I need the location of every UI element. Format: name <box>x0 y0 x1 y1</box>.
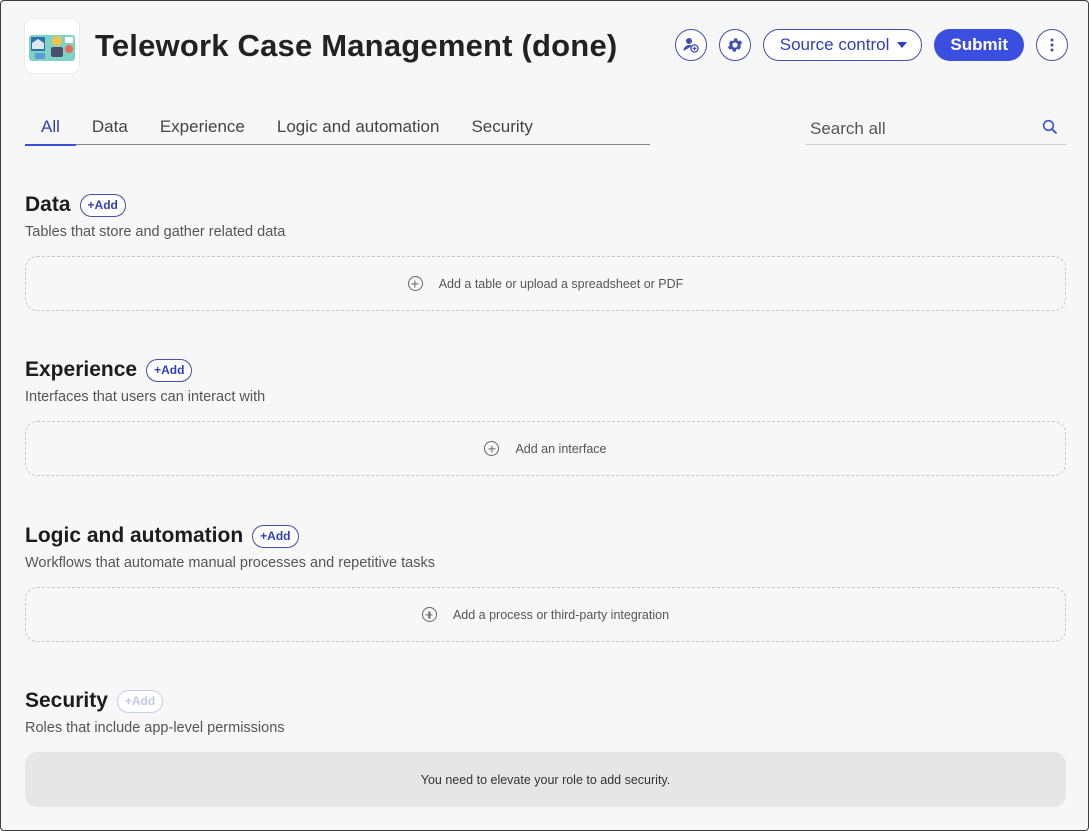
caret-down-icon <box>897 42 908 48</box>
gear-icon <box>727 38 742 52</box>
section-description: Tables that store and gather related dat… <box>25 224 286 240</box>
plus-circle-icon <box>421 607 437 622</box>
security-permission-notice: You need to elevate your role to add sec… <box>25 752 1066 807</box>
dropzone-label: Add a table or upload a spreadsheet or P… <box>438 276 684 291</box>
section-description: Interfaces that users can interact with <box>25 389 266 405</box>
section-title: Experience <box>25 358 138 381</box>
dropzone-label: Add a process or third-party integration <box>452 607 670 622</box>
user-add-icon <box>683 38 699 53</box>
add-table-dropzone[interactable]: Add a table or upload a spreadsheet or P… <box>25 256 1066 311</box>
settings-button[interactable] <box>718 29 751 61</box>
search-icon[interactable] <box>1042 119 1058 140</box>
search-box <box>806 113 1066 145</box>
invite-user-button[interactable] <box>674 29 707 61</box>
add-logic-button[interactable]: +Add <box>252 524 299 548</box>
tab-data[interactable]: Data <box>76 113 144 144</box>
app-illustration-icon <box>25 19 79 73</box>
security-section: Security +Add Roles that include app-lev… <box>25 686 1066 807</box>
experience-section: Experience +Add Interfaces that users ca… <box>25 355 1066 476</box>
section-title: Security <box>25 689 108 712</box>
section-description: Workflows that automate manual processes… <box>25 555 435 571</box>
dropzone-label: Add an interface <box>515 441 607 456</box>
header-actions: Source control Submit <box>674 29 1068 61</box>
plus-circle-icon <box>484 441 500 456</box>
source-control-label: Source control <box>779 35 890 54</box>
page-header: Telework Case Management (done) Source c… <box>25 19 1068 73</box>
add-experience-button[interactable]: +Add <box>146 358 193 382</box>
more-options-button[interactable] <box>1036 29 1068 61</box>
search-input[interactable] <box>806 118 1026 139</box>
tab-security[interactable]: Security <box>455 113 548 144</box>
add-data-button[interactable]: +Add <box>79 193 126 217</box>
app-window: Telework Case Management (done) Source c… <box>0 0 1089 831</box>
filter-tabs: All Data Experience Logic and automation… <box>25 113 650 146</box>
source-control-button[interactable]: Source control <box>762 29 923 61</box>
section-description: Roles that include app-level permissions <box>25 720 285 736</box>
logic-section: Logic and automation +Add Workflows that… <box>25 521 1066 642</box>
add-security-button: +Add <box>116 689 164 713</box>
data-section: Data +Add Tables that store and gather r… <box>25 190 1066 311</box>
add-process-dropzone[interactable]: Add a process or third-party integration <box>25 587 1066 642</box>
plus-circle-icon <box>407 276 423 291</box>
section-title: Logic and automation <box>25 524 244 547</box>
add-interface-dropzone[interactable]: Add an interface <box>25 421 1066 476</box>
tab-logic-and-automation[interactable]: Logic and automation <box>261 113 456 144</box>
app-title: Telework Case Management (done) <box>95 28 618 63</box>
tab-experience[interactable]: Experience <box>144 113 261 144</box>
submit-button[interactable]: Submit <box>934 29 1024 61</box>
section-title: Data <box>25 193 71 216</box>
tab-all[interactable]: All <box>25 113 76 146</box>
more-vertical-icon <box>1050 38 1054 52</box>
